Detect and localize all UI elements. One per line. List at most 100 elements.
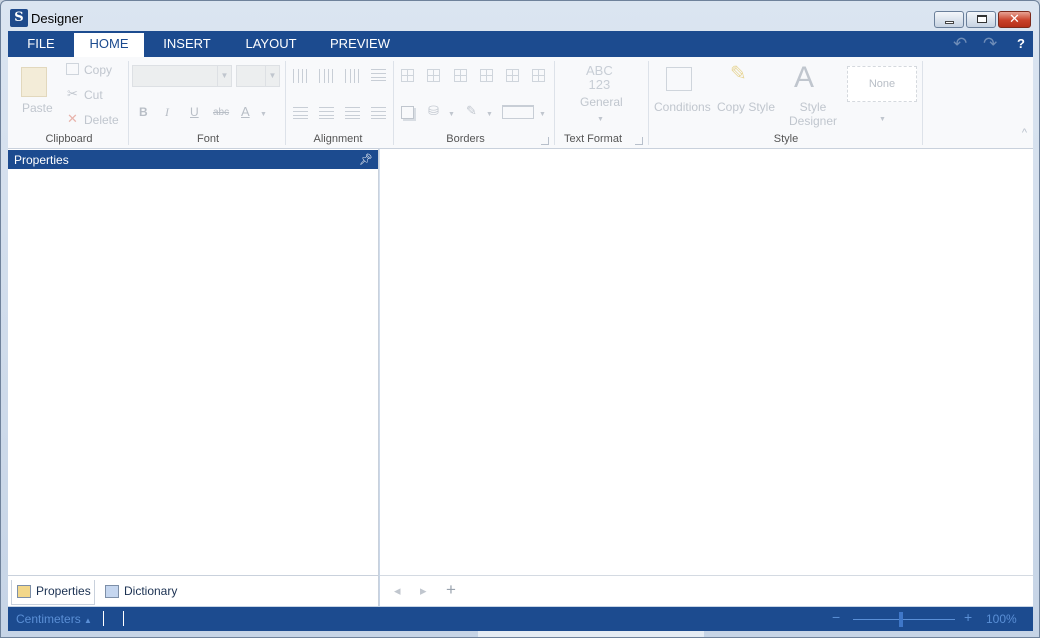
left-border-icon[interactable]: [454, 69, 467, 82]
border-style-icon[interactable]: [502, 105, 534, 119]
top-border-icon[interactable]: [506, 69, 519, 82]
units-selector[interactable]: Centimeters ▲: [16, 612, 92, 626]
zoom-out-icon[interactable]: −: [832, 609, 840, 625]
tab-properties[interactable]: Properties: [11, 580, 95, 605]
align-bottom-icon[interactable]: [345, 69, 359, 83]
style-none-gallery-item[interactable]: None: [847, 66, 917, 102]
group-label-style: Style: [773, 133, 799, 145]
tab-dictionary-label: Dictionary: [124, 584, 178, 598]
text-format-sample-letters: ABC: [586, 63, 613, 78]
cut-icon: ✂: [67, 86, 78, 101]
delete-button[interactable]: Delete: [84, 113, 119, 127]
ribbon-tab-bar: FILE HOME INSERT LAYOUT PREVIEW ↶ ↷ ?: [8, 31, 1033, 57]
chevron-down-icon: ▼: [448, 111, 455, 118]
ribbon-home: Paste Copy ✂ Cut ✕ Delete Clipboard ▼ ▼ …: [8, 57, 1033, 149]
align-center-icon[interactable]: [319, 107, 334, 119]
next-page-icon[interactable]: ▸: [420, 583, 427, 599]
group-separator: [922, 61, 923, 145]
conditions-button[interactable]: Conditions: [654, 100, 711, 114]
group-separator: [128, 61, 129, 145]
borders-dialog-launcher-icon[interactable]: [541, 137, 549, 145]
all-borders-icon[interactable]: [401, 69, 414, 82]
paste-button[interactable]: Paste: [22, 101, 53, 115]
text-format-dialog-launcher-icon[interactable]: [635, 137, 643, 145]
cut-button[interactable]: Cut: [84, 88, 103, 102]
tab-dictionary[interactable]: Dictionary: [100, 580, 190, 605]
status-bar: Centimeters ▲ − + 100%: [8, 607, 1033, 631]
tab-file[interactable]: FILE: [16, 31, 66, 57]
border-color-icon[interactable]: ✎: [466, 104, 477, 118]
tab-properties-label: Properties: [36, 584, 91, 598]
text-format-sample: ABC 123: [586, 64, 613, 92]
status-separator: [103, 611, 104, 626]
align-right-icon[interactable]: [345, 107, 360, 119]
undo-icon[interactable]: ↶: [953, 35, 967, 53]
text-format-sample-digits: 123: [588, 77, 611, 92]
chevron-up-icon: ▲: [84, 616, 92, 625]
right-border-icon[interactable]: [480, 69, 493, 82]
properties-panel-header: Properties 📌︎: [8, 150, 378, 169]
report-canvas[interactable]: ◂ ▸ +: [380, 149, 1033, 606]
collapse-ribbon-icon[interactable]: ^: [1022, 127, 1027, 139]
bold-button[interactable]: B: [139, 105, 148, 119]
group-separator: [554, 61, 555, 145]
chevron-down-icon: ▼: [539, 111, 546, 118]
strikethrough-button[interactable]: abc: [213, 107, 229, 118]
group-label-borders: Borders: [446, 133, 485, 145]
copy-style-brush-icon: ✎: [730, 63, 747, 85]
font-color-button[interactable]: A: [241, 104, 250, 119]
pin-icon[interactable]: 📌︎: [359, 153, 373, 166]
font-size-combo[interactable]: ▼: [236, 65, 280, 87]
redo-icon[interactable]: ↷: [983, 35, 997, 53]
group-separator: [285, 61, 286, 145]
close-button[interactable]: ✕: [998, 11, 1031, 28]
title-bar[interactable]: S Designer ✕: [1, 1, 1039, 31]
zoom-level: 100%: [986, 612, 1017, 626]
zoom-slider-track[interactable]: [853, 619, 955, 620]
minimize-button[interactable]: [934, 11, 964, 28]
style-designer-button[interactable]: Style Designer: [789, 100, 837, 128]
group-separator: [648, 61, 649, 145]
chevron-down-icon: ▼: [597, 116, 604, 123]
group-label-text-format: Text Format: [563, 133, 623, 145]
align-top-icon[interactable]: [293, 69, 307, 83]
tab-preview[interactable]: PREVIEW: [324, 31, 396, 57]
align-middle-icon[interactable]: [319, 69, 333, 83]
prev-page-icon[interactable]: ◂: [394, 583, 401, 599]
zoom-in-icon[interactable]: +: [964, 609, 972, 625]
copy-button[interactable]: Copy: [84, 63, 112, 77]
group-label-alignment: Alignment: [313, 133, 363, 145]
close-icon: ✕: [1009, 11, 1020, 26]
align-justify-icon[interactable]: [371, 107, 386, 119]
tab-insert[interactable]: INSERT: [154, 31, 220, 57]
chevron-down-icon[interactable]: ▼: [879, 113, 886, 127]
zoom-slider-thumb[interactable]: [899, 612, 903, 627]
conditions-icon: [666, 67, 692, 91]
properties-icon: [17, 585, 31, 598]
font-family-combo[interactable]: ▼: [132, 65, 232, 87]
style-designer-label-line2: Designer: [789, 114, 838, 128]
style-designer-icon: A: [794, 61, 815, 94]
designer-window: S Designer ✕ FILE HOME INSERT LAYOUT PRE…: [0, 0, 1040, 638]
add-page-icon[interactable]: +: [446, 580, 456, 600]
align-left-icon[interactable]: [293, 107, 308, 119]
text-format-general-button[interactable]: General: [580, 95, 623, 109]
group-label-clipboard: Clipboard: [45, 133, 93, 145]
window-resize-strip: [478, 631, 704, 637]
help-button[interactable]: ?: [1017, 36, 1025, 51]
underline-button[interactable]: U: [190, 105, 199, 119]
tab-home[interactable]: HOME: [74, 33, 144, 57]
window-title: Designer: [31, 11, 84, 26]
tab-layout[interactable]: LAYOUT: [236, 31, 306, 57]
paste-icon: [21, 67, 47, 97]
chevron-down-icon: ▼: [260, 111, 267, 118]
no-border-icon[interactable]: [427, 69, 440, 82]
fill-color-icon[interactable]: ⛁: [428, 104, 439, 118]
bottom-border-icon[interactable]: [532, 69, 545, 82]
italic-button[interactable]: I: [165, 105, 169, 120]
word-wrap-icon[interactable]: [371, 69, 386, 81]
maximize-button[interactable]: [966, 11, 996, 28]
chevron-down-icon: ▼: [217, 66, 231, 86]
copy-style-button[interactable]: Copy Style: [717, 100, 775, 114]
shadow-icon[interactable]: [401, 106, 414, 119]
